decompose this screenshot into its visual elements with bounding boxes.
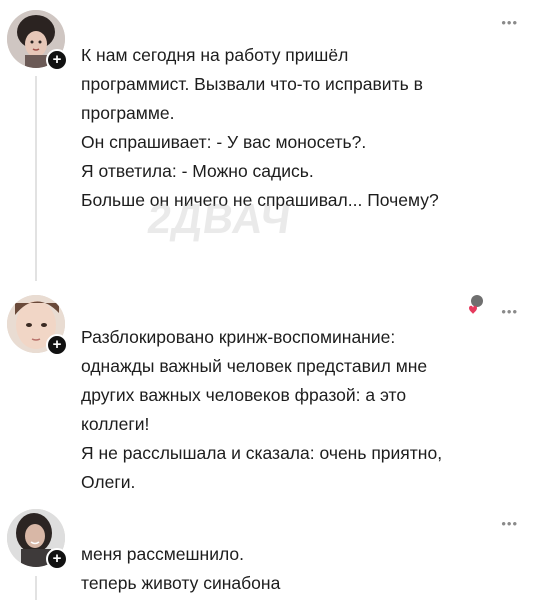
post-line: других важных человеков фразой: а это bbox=[81, 385, 407, 405]
post-1-avatar-wrap[interactable]: + bbox=[7, 10, 68, 71]
follow-plus-icon[interactable]: + bbox=[46, 334, 68, 356]
post-line: программист. Вызвали что-то исправить в bbox=[81, 74, 423, 94]
more-options-icon[interactable]: ••• bbox=[501, 305, 518, 318]
post-3-avatar-wrap[interactable]: + bbox=[7, 509, 68, 570]
post-1: + ••• К нам сегодня на работу пришёл про… bbox=[0, 0, 542, 285]
post-1-text: К нам сегодня на работу пришёл программи… bbox=[81, 41, 522, 215]
thread-line bbox=[35, 76, 37, 281]
post-line: теперь животу синабона bbox=[81, 573, 281, 593]
watermark: 2ДВАЧ bbox=[144, 195, 295, 242]
post-2-text: Разблокировано кринж-воспоминание: однаж… bbox=[81, 323, 522, 497]
post-line: Я не расслышала и сказала: очень приятно… bbox=[81, 443, 443, 463]
thread-line bbox=[35, 576, 37, 600]
post-line: Разблокировано кринж-воспоминание: bbox=[81, 327, 396, 347]
follow-plus-icon[interactable]: + bbox=[46, 49, 68, 71]
post-line: меня рассмешнило. bbox=[81, 544, 244, 564]
post-line: однажды важный человек представил мне bbox=[81, 356, 428, 376]
post-line: Больше он ничего не спрашивал... Почему? bbox=[81, 190, 439, 210]
post-2: + ••• Разблокировано кринж-воспоминание:… bbox=[0, 285, 542, 500]
post-line: Олеги. bbox=[81, 472, 136, 492]
post-3-text: меня рассмешнило. теперь животу синабона bbox=[81, 540, 522, 598]
more-options-icon[interactable]: ••• bbox=[501, 16, 518, 29]
follow-plus-icon[interactable]: + bbox=[46, 548, 68, 570]
post-line: К нам сегодня на работу пришёл bbox=[81, 45, 349, 65]
post-3: + ••• меня рассмешнило. теперь животу си… bbox=[0, 500, 542, 600]
post-2-avatar-wrap[interactable]: + bbox=[7, 295, 68, 356]
post-line: Он спрашивает: - У вас моносеть?. bbox=[81, 132, 367, 152]
more-options-icon[interactable]: ••• bbox=[501, 517, 518, 530]
post-line: Я ответила: - Можно садись. bbox=[81, 161, 314, 181]
author-liked-heart-icon bbox=[469, 295, 483, 314]
post-line: коллеги! bbox=[81, 414, 150, 434]
post-line: программе. bbox=[81, 103, 175, 123]
